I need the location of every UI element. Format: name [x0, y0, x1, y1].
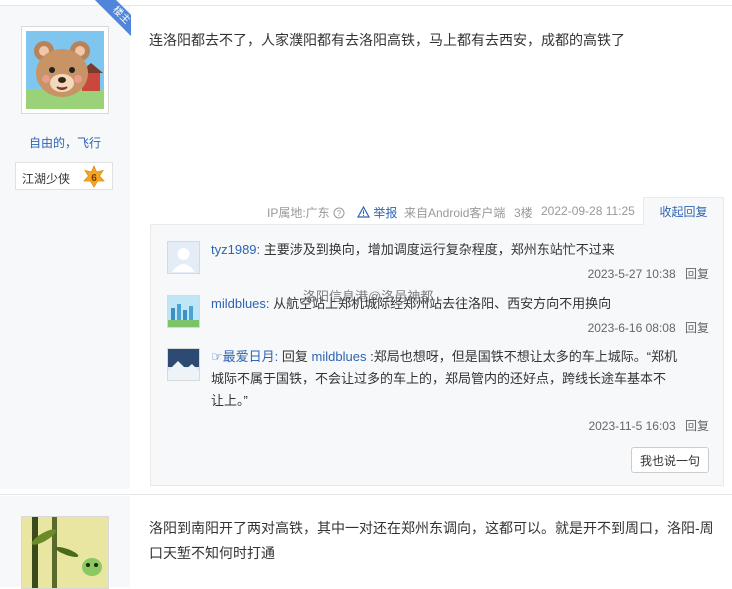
post-time: 2022-09-28 11:25 — [541, 204, 635, 218]
image-watermark: 洛阳信息港@洛邑神都 — [303, 289, 434, 304]
reply-item: tyz1989: 主要涉及到换向，增加调度运行复杂程度，郑州东站忙不过来 — [211, 239, 615, 261]
report-link[interactable]: 举报 — [356, 204, 398, 221]
author-name-link[interactable]: 自由的，飞行 — [0, 134, 130, 151]
reply-time: 2023-6-16 08:08 — [587, 321, 676, 335]
reply-button[interactable]: 回复 — [685, 419, 709, 433]
svg-text:?: ? — [337, 209, 342, 218]
reply-avatar[interactable] — [167, 348, 200, 381]
reply-avatar[interactable] — [167, 295, 200, 328]
ip-location: IP属地:广东 ? — [267, 204, 345, 221]
source-text: 来自Android客户端 — [404, 206, 506, 220]
reply-meta: 2023-6-16 08:08 回复 — [588, 319, 709, 336]
author-level-badge[interactable]: 江湖少侠 6 — [15, 162, 113, 190]
default-user-icon — [168, 242, 199, 273]
reply-time: 2023-5-27 10:38 — [587, 267, 676, 281]
reply-text: 让上。” — [211, 393, 248, 408]
warning-icon — [356, 205, 371, 218]
reply-text: 城际不属于国铁，不会让过多的车上的，郑局管内的还好点，跨线长途车基本不 — [211, 371, 667, 386]
reply-to-user[interactable]: mildblues — [312, 349, 367, 364]
author-avatar[interactable] — [21, 516, 109, 589]
post-content: 连洛阳都去不了，人家濮阳都有去洛阳高铁，马上都有去西安，成都的高铁了 — [149, 32, 625, 48]
reply-prefix: 回复 — [281, 349, 308, 364]
reply-username[interactable]: mildblues: — [211, 296, 270, 311]
bear-avatar-icon — [26, 31, 104, 109]
post-content: 洛阳到南阳开了两对高铁，其中一对还在郑州东调向，这都可以。就是开不到周口，洛阳-… — [149, 516, 729, 566]
collapse-replies-button[interactable]: 收起回复 — [643, 197, 724, 225]
level-title: 江湖少侠 — [22, 172, 71, 186]
snow-mountain-icon — [168, 349, 199, 380]
report-label: 举报 — [373, 206, 398, 220]
reply-username[interactable]: ☞最爱日月: — [211, 349, 278, 364]
post-content-line: 口天堑不知何时打通 — [149, 545, 275, 561]
post-divider — [0, 494, 732, 495]
floor-number: 3楼 — [514, 206, 533, 220]
reply-meta: 2023-5-27 10:38 回复 — [588, 265, 709, 282]
reply-button[interactable]: 回复 — [685, 321, 709, 335]
level-number: 6 — [91, 173, 97, 184]
city-skyline-icon — [168, 296, 199, 327]
post-content-line: 洛阳到南阳开了两对高铁，其中一对还在郑州东调向，这都可以。就是开不到周口，洛阳-… — [149, 520, 714, 536]
ip-location-text: IP属地:广东 — [267, 206, 330, 220]
reply-item: ☞最爱日月: 回复 mildblues :郑局也想呀，但是国铁不想让太多的车上城… — [211, 346, 711, 412]
level-star-icon: 6 — [83, 165, 105, 188]
author-avatar[interactable] — [21, 26, 109, 114]
reply-avatar[interactable] — [167, 241, 200, 274]
help-circle-icon[interactable]: ? — [333, 207, 345, 219]
reply-button[interactable]: 回复 — [685, 267, 709, 281]
bamboo-avatar-icon — [22, 517, 108, 588]
say-something-button[interactable]: 我也说一句 — [631, 447, 709, 473]
reply-text: 主要涉及到换向，增加调度运行复杂程度，郑州东站忙不过来 — [263, 242, 615, 257]
reply-text: :郑局也想呀，但是国铁不想让太多的车上城际。“郑机 — [370, 349, 678, 364]
reply-time: 2023-11-5 16:03 — [588, 419, 676, 433]
post-source: 来自Android客户端 — [404, 204, 505, 221]
reply-username[interactable]: tyz1989: — [211, 242, 260, 257]
reply-meta: 2023-11-5 16:03 回复 — [588, 417, 709, 434]
